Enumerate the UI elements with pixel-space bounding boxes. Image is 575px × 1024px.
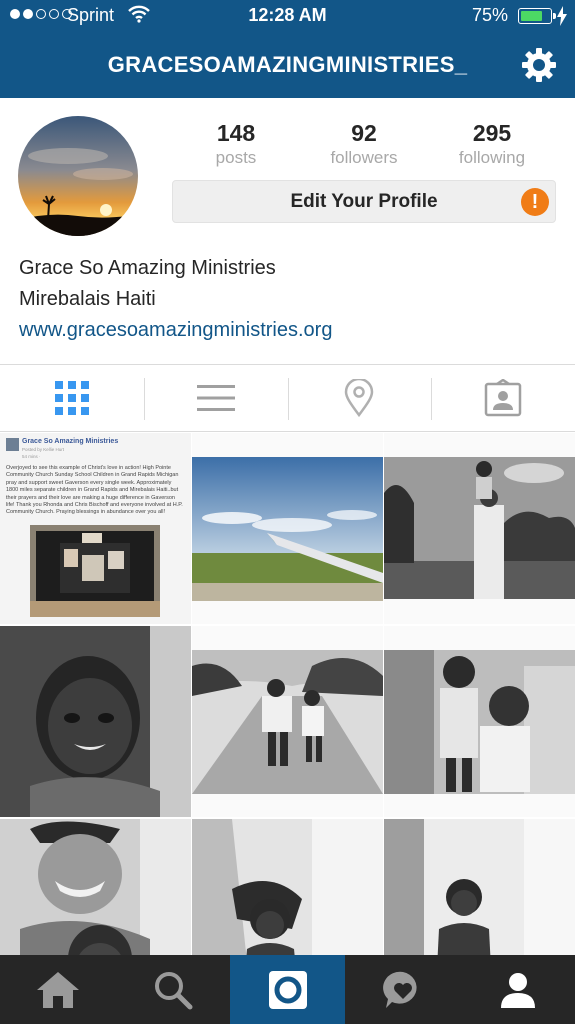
grid-icon: [54, 381, 89, 415]
bottom-tab-bar: [0, 955, 575, 1024]
post-thumbnail[interactable]: [384, 819, 575, 955]
profile-icon: [500, 972, 535, 1008]
edit-profile-label: Edit Your Profile: [290, 191, 438, 212]
stat-value: 148: [216, 120, 256, 146]
list-icon: [196, 385, 235, 411]
home-icon: [36, 971, 79, 1008]
post-thumbnail[interactable]: [192, 433, 383, 624]
nav-home[interactable]: [0, 955, 115, 1024]
post-thumbnail[interactable]: [384, 433, 575, 624]
location-pin-icon: [345, 379, 374, 417]
stat-value: 295: [472, 120, 512, 146]
post-thumbnail[interactable]: Grace So Amazing Ministries Posted by Ke…: [0, 433, 191, 624]
status-bar: Sprint 12:28 AM 75%: [0, 0, 575, 32]
photo-grid: Grace So Amazing Ministries Posted by Ke…: [0, 433, 575, 955]
stat-label: followers: [330, 148, 398, 167]
nav-search[interactable]: [115, 955, 230, 1024]
post-thumbnail[interactable]: [0, 626, 191, 817]
search-icon: [154, 971, 192, 1009]
top-bar: Sprint 12:28 AM 75% GRACESOAMAZINGMINIST…: [0, 0, 575, 98]
tagged-photos-icon: [484, 379, 522, 417]
profile-bio-location: Mirebalais Haiti: [19, 288, 156, 310]
gear-icon[interactable]: [519, 45, 559, 85]
avatar[interactable]: [18, 116, 138, 236]
tab-grid-view[interactable]: [0, 365, 144, 431]
post-thumbnail[interactable]: [192, 819, 383, 955]
profile-view-tabs: [0, 364, 575, 432]
stat-value: 92: [351, 120, 377, 146]
camera-icon: [268, 970, 307, 1009]
tab-photo-map[interactable]: [287, 365, 432, 431]
posts-count[interactable]: 148 posts: [172, 120, 300, 168]
activity-icon: [382, 971, 417, 1008]
battery-percent: 75%: [472, 5, 509, 25]
profile-stats: 148 posts 92 followers 295 following: [172, 120, 556, 168]
nav-camera[interactable]: [230, 955, 345, 1024]
card-meta: 54 mins ·: [22, 454, 41, 459]
nav-profile[interactable]: [460, 955, 575, 1024]
followers-count[interactable]: 92 followers: [300, 120, 428, 168]
charging-bolt-icon: [557, 6, 567, 26]
following-count[interactable]: 295 following: [428, 120, 556, 168]
profile-username: GRACESOAMAZINGMINISTRIES_: [107, 52, 468, 77]
card-title: Grace So Amazing Ministries: [22, 438, 119, 445]
profile-website-link[interactable]: www.gracesoamazingministries.org: [19, 319, 332, 342]
stat-label: posts: [215, 148, 257, 167]
profile-full-name: Grace So Amazing Ministries: [19, 257, 276, 279]
card-body-text: Overjoyed to see this example of Christ'…: [6, 465, 183, 516]
edit-profile-button[interactable]: Edit Your Profile !: [172, 180, 556, 223]
post-thumbnail[interactable]: [0, 819, 191, 955]
post-thumbnail[interactable]: [192, 626, 383, 817]
post-thumbnail[interactable]: [384, 626, 575, 817]
alert-icon[interactable]: !: [521, 188, 549, 216]
stat-label: following: [458, 148, 526, 167]
battery-icon: [518, 8, 556, 24]
tab-tagged-photos[interactable]: [431, 365, 575, 431]
nav-activity[interactable]: [345, 955, 460, 1024]
tab-list-view[interactable]: [143, 365, 288, 431]
